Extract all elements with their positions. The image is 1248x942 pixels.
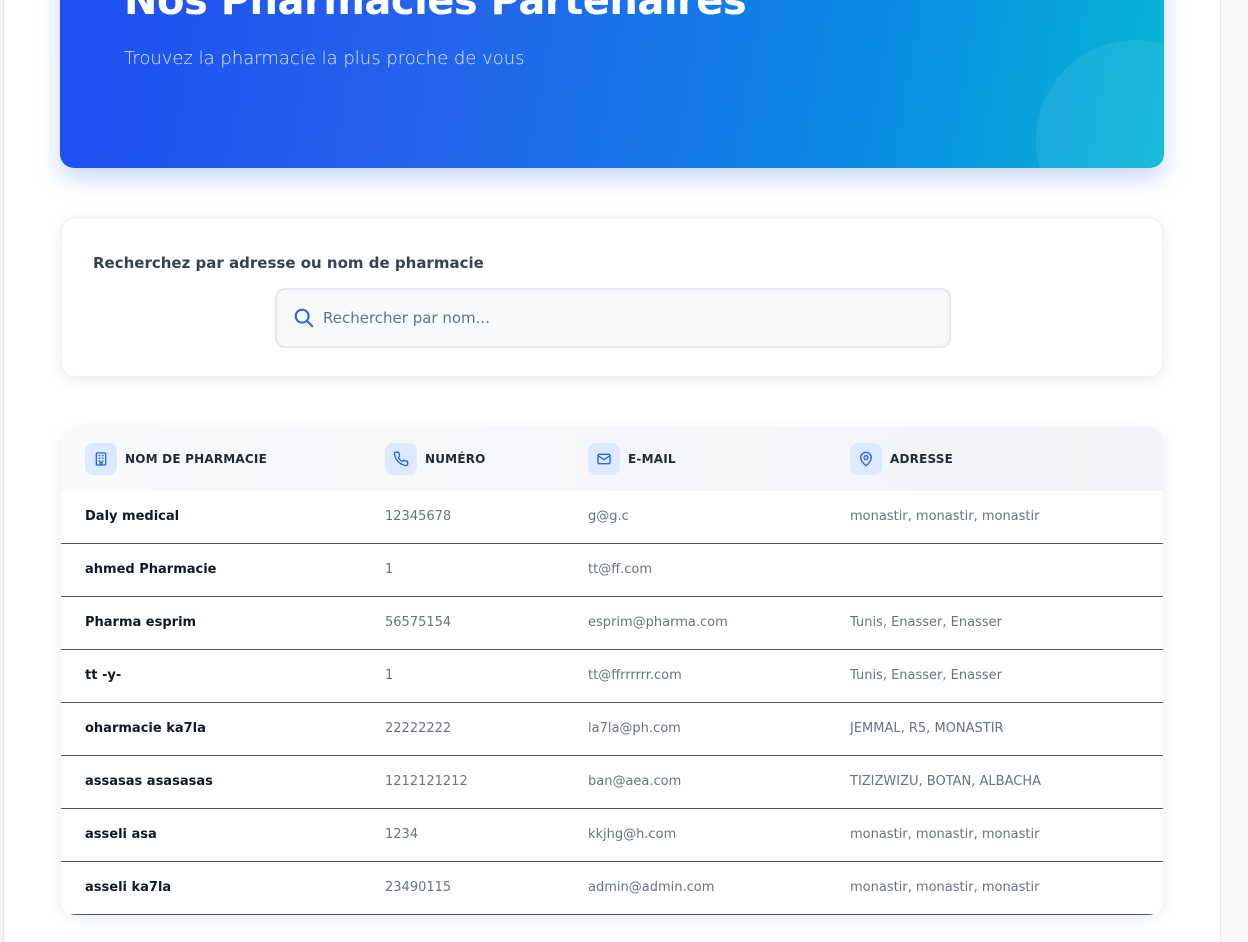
table-row[interactable]: ahmed Pharmacie 1 tt@ff.com bbox=[61, 544, 1163, 597]
pharmacy-name: ahmed Pharmacie bbox=[85, 562, 217, 577]
map-pin-icon bbox=[850, 443, 882, 475]
column-header-number[interactable]: NUMÉRO bbox=[385, 443, 486, 475]
table-row[interactable]: Daly medical 12345678 g@g.c monastir, mo… bbox=[61, 491, 1163, 544]
pharmacy-address: JEMMAL, R5, MONASTIR bbox=[850, 721, 1004, 736]
pharmacy-address: monastir, monastir, monastir bbox=[850, 509, 1040, 524]
table-row[interactable]: Pharma esprim 56575154 esprim@pharma.com… bbox=[61, 597, 1163, 650]
column-header-label: E-MAIL bbox=[628, 452, 676, 466]
scrollbar-track[interactable] bbox=[1220, 0, 1248, 942]
pharmacy-name: Pharma esprim bbox=[85, 615, 197, 630]
pharmacy-email: kkjhg@h.com bbox=[588, 827, 677, 842]
pharmacy-address: monastir, monastir, monastir bbox=[850, 880, 1040, 895]
left-border bbox=[0, 0, 4, 942]
table-row[interactable]: asseli asa 1234 kkjhg@h.com monastir, mo… bbox=[61, 809, 1163, 862]
pharmacy-name: asseli asa bbox=[85, 827, 157, 842]
pharmacy-name: tt -y- bbox=[85, 668, 122, 683]
pharmacy-email: tt@ffrrrrrr.com bbox=[588, 668, 682, 683]
pharmacy-email: tt@ff.com bbox=[588, 562, 653, 577]
pharmacy-address: Tunis, Enasser, Enasser bbox=[850, 615, 1002, 630]
search-box[interactable] bbox=[275, 288, 951, 348]
hero-banner: Nos Pharmacies Partenaires Trouvez la ph… bbox=[60, 0, 1164, 168]
pharmacy-number: 1 bbox=[385, 562, 394, 577]
table-row[interactable]: tt -y- 1 tt@ffrrrrrr.com Tunis, Enasser,… bbox=[61, 650, 1163, 703]
phone-icon bbox=[385, 443, 417, 475]
pharmacy-address: TIZIZWIZU, BOTAN, ALBACHA bbox=[850, 774, 1041, 789]
column-header-label: ADRESSE bbox=[890, 452, 954, 466]
pharmacy-number: 56575154 bbox=[385, 615, 452, 630]
pharmacies-table: NOM DE PHARMACIE NUMÉRO E-MAIL ADRESSE D… bbox=[61, 427, 1163, 915]
pharmacy-number: 1 bbox=[385, 668, 394, 683]
column-header-email[interactable]: E-MAIL bbox=[588, 443, 676, 475]
pharmacy-number: 22222222 bbox=[385, 721, 452, 736]
column-header-label: NUMÉRO bbox=[425, 452, 486, 466]
pharmacy-address: Tunis, Enasser, Enasser bbox=[850, 668, 1002, 683]
pharmacy-email: ban@aea.com bbox=[588, 774, 682, 789]
pharmacy-email: esprim@pharma.com bbox=[588, 615, 728, 630]
decorative-circle bbox=[1036, 40, 1164, 168]
pharmacy-number: 1234 bbox=[385, 827, 419, 842]
pharmacy-name: Daly medical bbox=[85, 509, 180, 524]
page-title: Nos Pharmacies Partenaires bbox=[124, 0, 747, 24]
column-header-address[interactable]: ADRESSE bbox=[850, 443, 953, 475]
pharmacy-name: assasas asasasas bbox=[85, 774, 213, 789]
pharmacy-number: 1212121212 bbox=[385, 774, 468, 789]
table-header: NOM DE PHARMACIE NUMÉRO E-MAIL ADRESSE bbox=[61, 427, 1163, 491]
pharmacy-number: 12345678 bbox=[385, 509, 452, 524]
page: Nos Pharmacies Partenaires Trouvez la ph… bbox=[0, 0, 1248, 942]
pharmacy-email: la7la@ph.com bbox=[588, 721, 681, 736]
pharmacy-name: asseli ka7la bbox=[85, 880, 172, 895]
table-row[interactable]: oharmacie ka7la 22222222 la7la@ph.com JE… bbox=[61, 703, 1163, 756]
page-subtitle: Trouvez la pharmacie la plus proche de v… bbox=[124, 48, 525, 69]
search-label: Recherchez par adresse ou nom de pharmac… bbox=[93, 254, 484, 272]
pharmacy-name: oharmacie ka7la bbox=[85, 721, 206, 736]
pharmacy-email: g@g.c bbox=[588, 509, 629, 524]
search-icon bbox=[293, 307, 315, 329]
search-input[interactable] bbox=[323, 290, 933, 346]
pharmacy-number: 23490115 bbox=[385, 880, 452, 895]
column-header-name[interactable]: NOM DE PHARMACIE bbox=[85, 443, 267, 475]
mail-icon bbox=[588, 443, 620, 475]
building-icon bbox=[85, 443, 117, 475]
column-header-label: NOM DE PHARMACIE bbox=[125, 452, 267, 466]
table-row[interactable]: assasas asasasas 1212121212 ban@aea.com … bbox=[61, 756, 1163, 809]
pharmacy-email: admin@admin.com bbox=[588, 880, 715, 895]
pharmacy-address: monastir, monastir, monastir bbox=[850, 827, 1040, 842]
search-card: Recherchez par adresse ou nom de pharmac… bbox=[61, 217, 1163, 377]
table-row[interactable]: asseli ka7la 23490115 admin@admin.com mo… bbox=[61, 862, 1163, 915]
